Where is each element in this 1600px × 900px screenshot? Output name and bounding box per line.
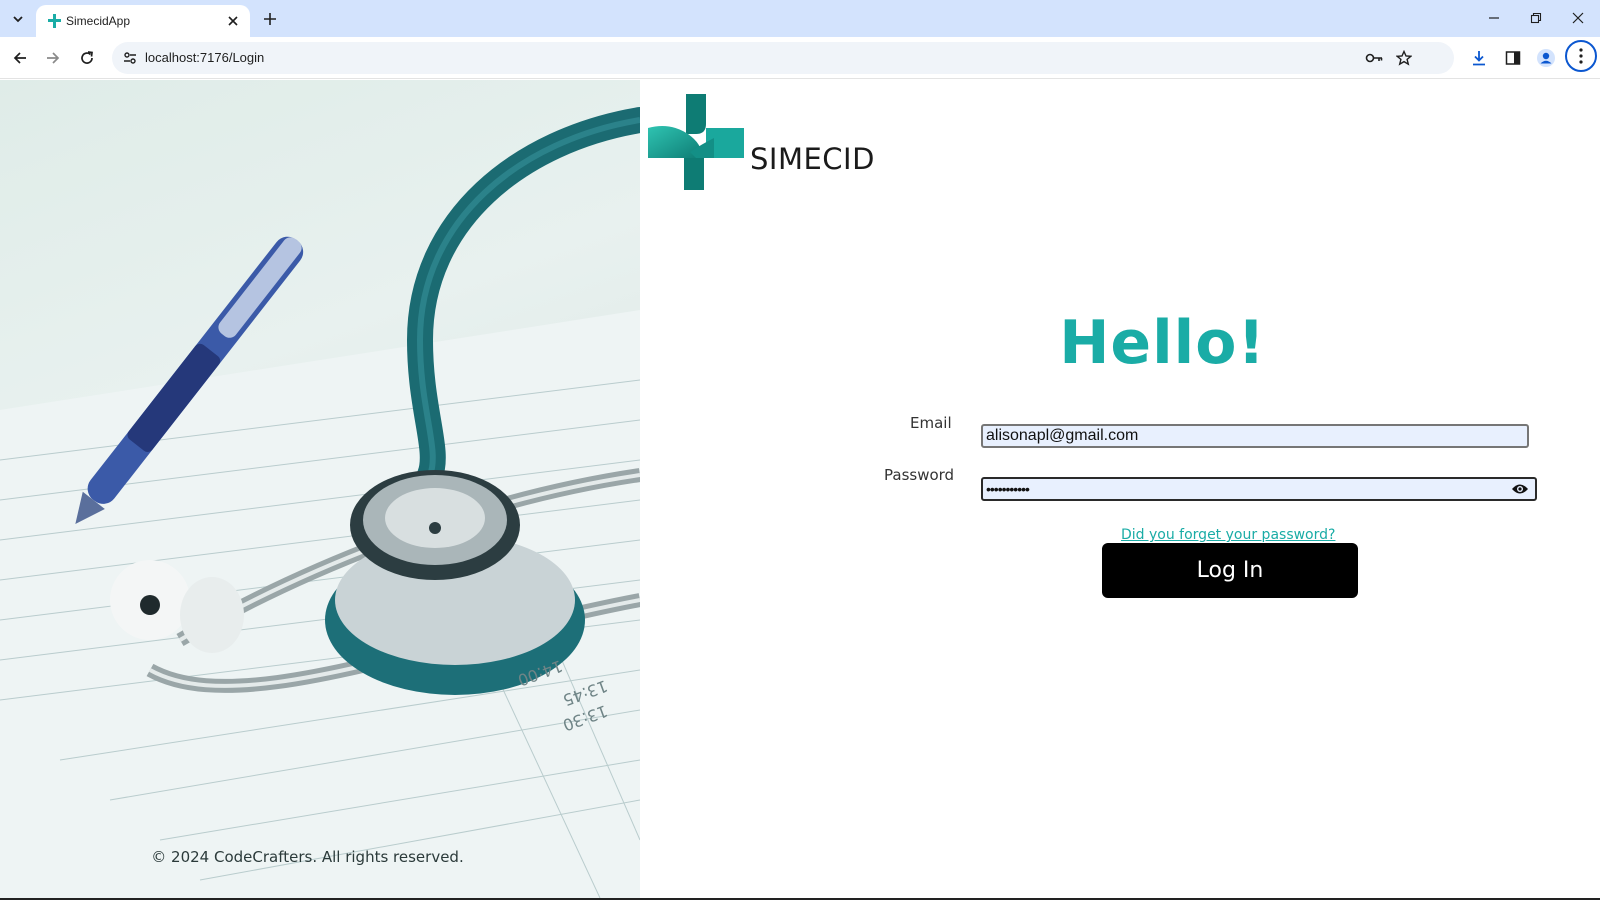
login-page: 14:00 13:45 13:30 © 2024 CodeCrafters. A… — [0, 80, 1600, 900]
page-title: Hello! — [1059, 308, 1266, 378]
plus-icon[interactable] — [258, 7, 282, 31]
tab-title: SimecidApp — [66, 14, 131, 28]
copyright-text: © 2024 CodeCrafters. All rights reserved… — [151, 848, 464, 866]
close-icon[interactable] — [1564, 6, 1592, 30]
forward-icon[interactable] — [40, 45, 66, 71]
restore-icon[interactable] — [1522, 6, 1550, 30]
email-field[interactable]: alisonapl@gmail.com — [981, 424, 1529, 448]
browser-tab-strip: SimecidApp — [0, 0, 1600, 37]
browser-toolbar: localhost:7176/Login — [0, 37, 1600, 79]
favicon-icon — [46, 13, 62, 29]
reload-icon[interactable] — [74, 45, 100, 71]
password-field[interactable]: ••••••••••• — [981, 477, 1537, 501]
minimize-icon[interactable] — [1480, 6, 1508, 30]
close-icon[interactable] — [224, 12, 242, 30]
login-button[interactable]: Log In — [1102, 543, 1358, 598]
forgot-password-link[interactable]: Did you forget your password? — [1121, 527, 1335, 543]
logo-text: SIMECID — [750, 142, 875, 176]
logo-cross-icon — [648, 94, 744, 190]
simecid-logo: SIMECID — [648, 94, 898, 190]
kebab-menu-icon[interactable] — [1565, 40, 1597, 72]
star-icon[interactable] — [1392, 46, 1416, 70]
download-icon[interactable] — [1466, 45, 1492, 71]
stethoscope-illustration: 14:00 13:45 13:30 — [0, 107, 640, 898]
address-bar[interactable]: localhost:7176/Login — [112, 42, 1454, 74]
hero-image: 14:00 13:45 13:30 © 2024 CodeCrafters. A… — [0, 80, 640, 898]
password-label: Password — [884, 466, 955, 484]
site-info-icon[interactable] — [118, 46, 142, 70]
url-text: localhost:7176/Login — [145, 50, 265, 65]
side-panel-icon[interactable] — [1500, 45, 1526, 71]
key-icon[interactable] — [1362, 46, 1386, 70]
eye-icon[interactable] — [1511, 481, 1529, 497]
browser-tab[interactable]: SimecidApp — [36, 5, 250, 37]
tab-list-icon[interactable] — [6, 7, 30, 31]
back-icon[interactable] — [7, 45, 33, 71]
password-value: ••••••••••• — [986, 481, 1030, 497]
email-label: Email — [910, 414, 952, 432]
profile-icon[interactable] — [1533, 45, 1559, 71]
